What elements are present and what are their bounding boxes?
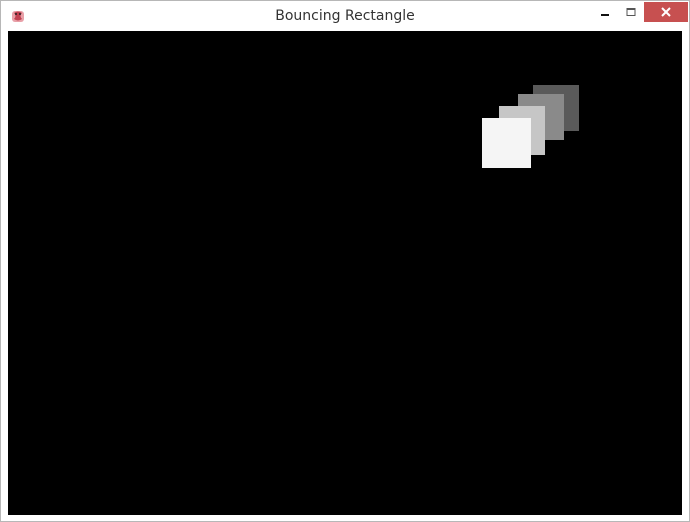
window-title: Bouncing Rectangle bbox=[275, 8, 415, 24]
title-bar[interactable]: Bouncing Rectangle bbox=[1, 1, 689, 31]
minimize-button[interactable] bbox=[593, 2, 617, 22]
maximize-button[interactable] bbox=[619, 2, 643, 22]
minimize-icon bbox=[601, 14, 609, 16]
close-icon bbox=[661, 7, 671, 17]
game-canvas[interactable] bbox=[8, 31, 682, 515]
close-button[interactable] bbox=[644, 2, 688, 22]
app-window: Bouncing Rectangle bbox=[0, 0, 690, 522]
maximize-icon bbox=[626, 8, 636, 16]
bouncing-rectangle bbox=[482, 118, 531, 168]
